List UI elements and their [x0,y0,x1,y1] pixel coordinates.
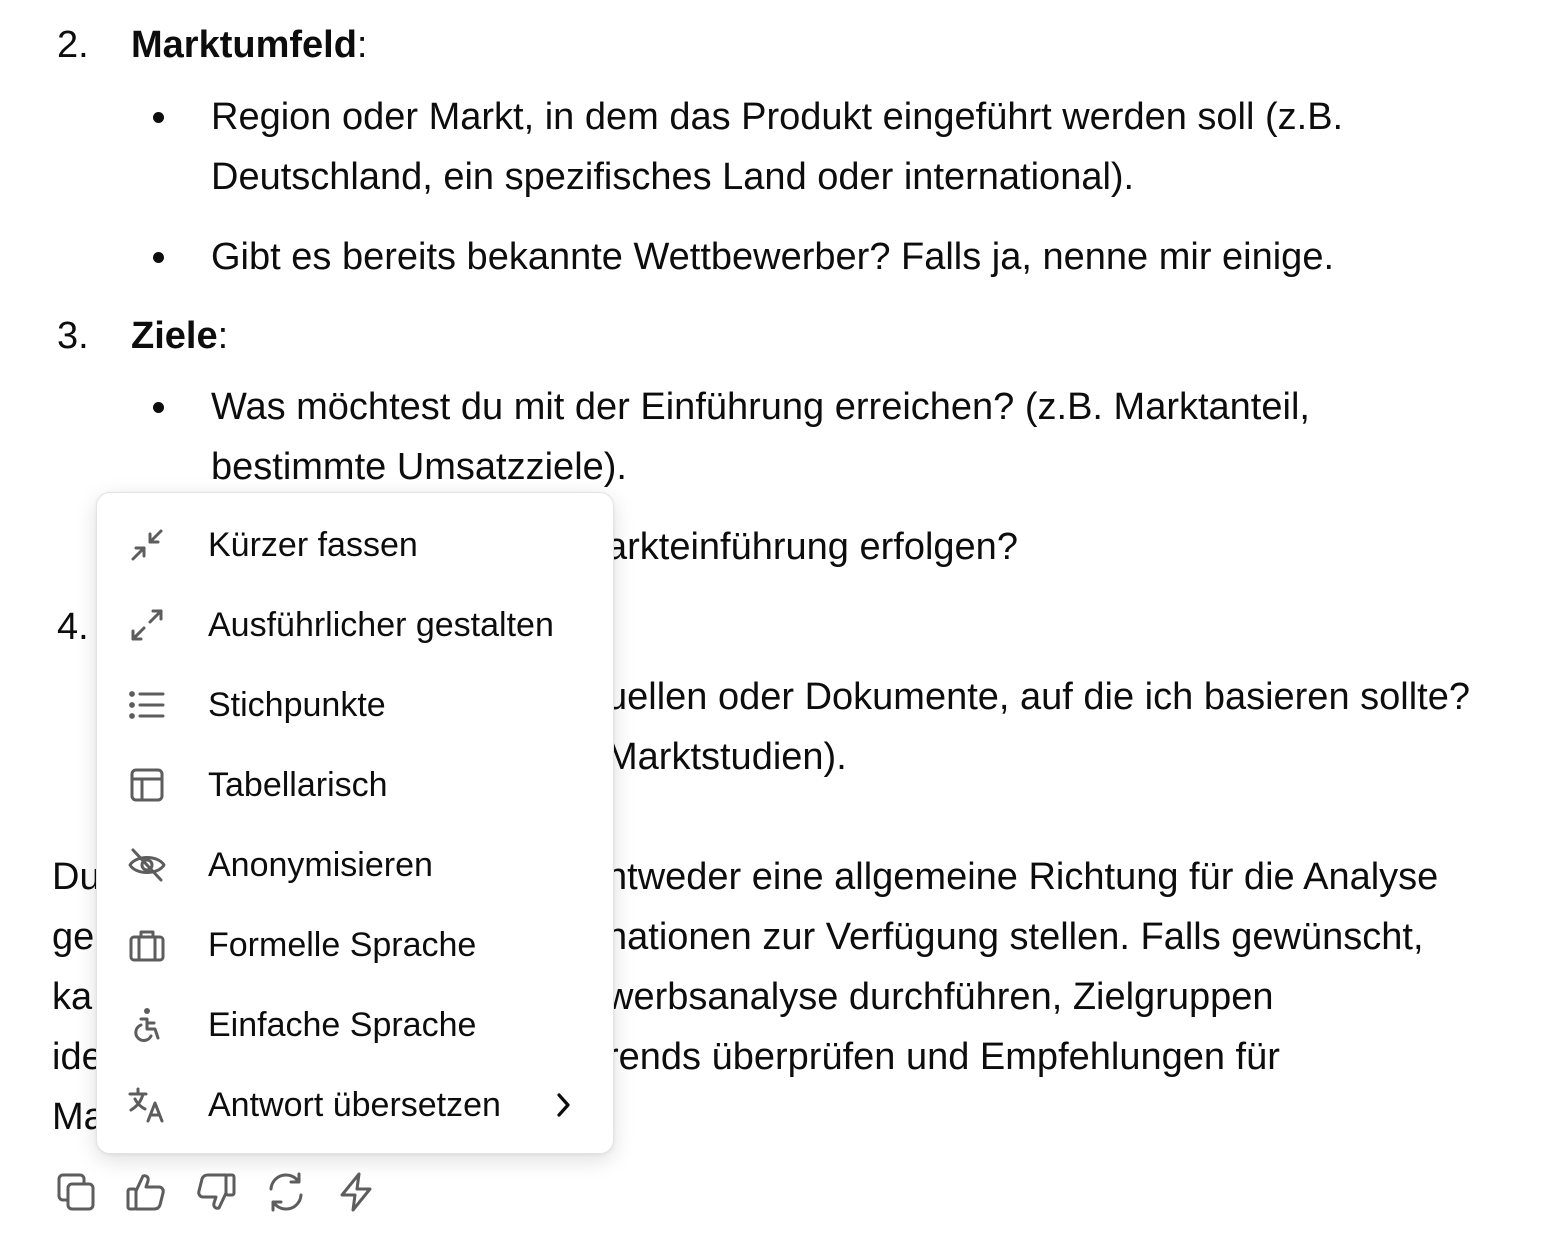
regenerate-button[interactable] [264,1170,308,1214]
thumbs-up-icon [124,1170,168,1214]
bullet-text: Gibt es bereits bekannte Wettbewerber? F… [211,236,1335,278]
list-item-heading: Marktumfeld: [131,15,367,75]
heading-colon: : [356,24,368,66]
menu-item-bullet-points[interactable]: Stichpunkte [97,665,613,745]
heading-text: Marktumfeld [131,24,357,66]
menu-item-shorten[interactable]: Kürzer fassen [97,505,613,585]
menu-item-label: Ausführlicher gestalten [208,606,554,644]
bullet-text: Was möchtest du mit der Einführung errei… [211,386,1310,428]
accessibility-icon [127,1005,167,1045]
bullet-dot [153,112,164,123]
list-number: 4. [57,606,89,648]
menu-item-tabular[interactable]: Tabellarisch [97,745,613,825]
menu-item-label: Formelle Sprache [208,926,477,964]
bullet-text-partial: uellen oder Dokumente, auf die ich basie… [606,676,1470,718]
menu-item-label: Tabellarisch [208,766,388,804]
table-icon [127,765,167,805]
expand-arrows-icon [127,605,167,645]
bullet-text: Region oder Markt, in dem das Produkt ei… [211,96,1344,138]
bullet-dot [153,402,164,413]
thumbs-up-button[interactable] [124,1170,168,1214]
heading-colon: : [217,315,229,357]
paragraph-fragment: ka [52,976,93,1018]
eye-off-icon [127,845,167,885]
paragraph-fragment: werbsanalyse durchführen, Zielgruppen [606,976,1274,1018]
menu-item-label: Anonymisieren [208,846,433,884]
translate-icon [127,1085,167,1125]
bullet-text-partial: arkteinführung erfolgen? [606,526,1018,568]
menu-item-simple-language[interactable]: Einfache Sprache [97,985,613,1065]
regenerate-icon [264,1170,308,1214]
bullet-list-icon [127,685,167,725]
menu-item-translate[interactable]: Antwort übersetzen [97,1065,613,1145]
menu-item-label: Einfache Sprache [208,1006,477,1044]
shrink-arrows-icon [127,525,167,565]
paragraph-fragment: Du [52,856,101,898]
menu-item-label: Kürzer fassen [208,526,418,564]
thumbs-down-icon [194,1170,238,1214]
chevron-right-icon [549,1091,577,1119]
bullet-text: bestimmte Umsatzziele). [211,446,627,488]
bullet-text-partial: Marktstudien). [606,736,847,778]
bullet-text: Deutschland, ein spezifisches Land oder … [211,156,1135,198]
menu-item-formal-language[interactable]: Formelle Sprache [97,905,613,985]
paragraph-fragment: ge [52,916,95,958]
list-item-heading: Ziele: [131,306,228,366]
menu-item-expand[interactable]: Ausführlicher gestalten [97,585,613,665]
list-number: 3. [57,315,89,357]
menu-item-anonymize[interactable]: Anonymisieren [97,825,613,905]
rewrite-menu: Kürzer fassen Ausführlicher gestalten St… [96,492,614,1154]
list-number: 2. [57,24,89,66]
lightning-icon [334,1170,378,1214]
bullet-dot [153,252,164,263]
menu-item-label: Antwort übersetzen [208,1086,501,1124]
paragraph-fragment: nationen zur Verfügung stellen. Falls ge… [606,916,1424,958]
heading-text: Ziele [131,315,218,357]
copy-button[interactable] [54,1170,98,1214]
quick-action-button[interactable] [334,1170,378,1214]
paragraph-fragment: ntweder eine allgemeine Richtung für die… [606,856,1439,898]
thumbs-down-button[interactable] [194,1170,238,1214]
menu-item-label: Stichpunkte [208,686,386,724]
paragraph-fragment: rends überprüfen und Empfehlungen für [606,1036,1280,1078]
copy-icon [54,1170,98,1214]
briefcase-icon [127,925,167,965]
